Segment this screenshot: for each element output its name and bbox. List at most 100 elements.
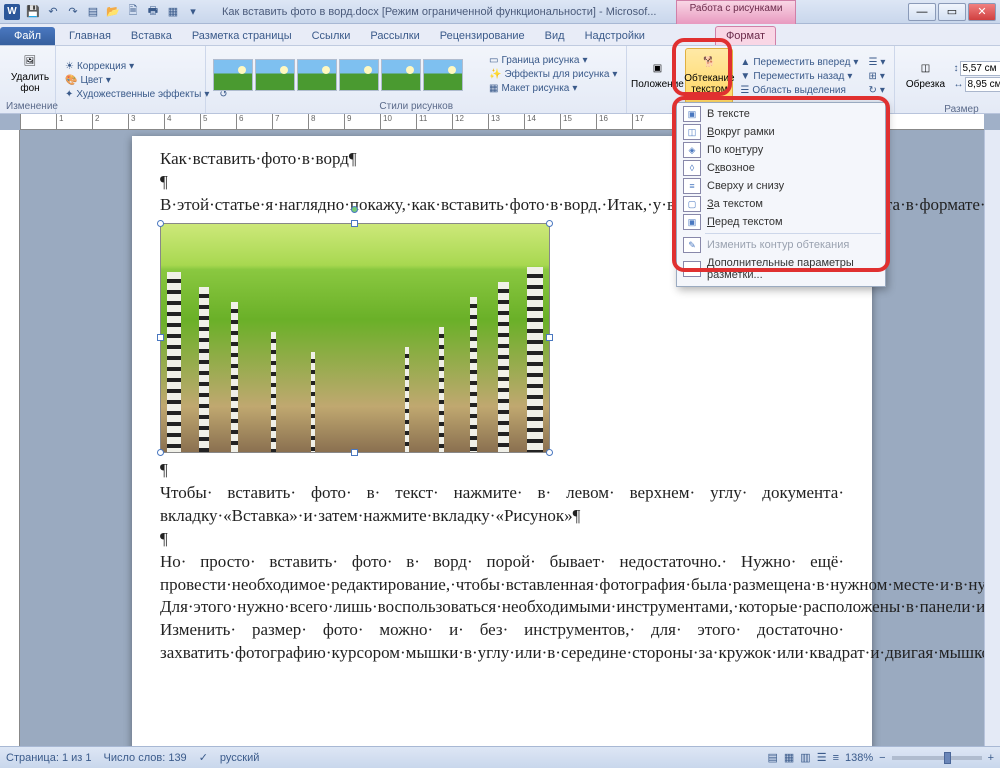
inserted-picture[interactable] <box>160 223 550 453</box>
picture-effects-button[interactable]: ✨Эффекты для рисунка▾ <box>486 68 620 81</box>
picture-layout-button[interactable]: ▦Макет рисунка▾ <box>486 82 620 95</box>
rotate-icon: ↻ <box>868 85 876 96</box>
qat-table-icon[interactable]: ▦ <box>164 3 182 21</box>
zoom-out-button[interactable]: − <box>879 752 885 764</box>
style-thumb[interactable] <box>381 59 421 91</box>
position-button[interactable]: ▣Положение <box>633 48 681 104</box>
glow-icon: ✨ <box>489 69 501 80</box>
tab-review[interactable]: Рецензирование <box>430 27 535 45</box>
view-fullscreen-icon[interactable]: ▦ <box>784 751 794 764</box>
undo-icon[interactable]: ↶ <box>44 3 62 21</box>
rotate-button[interactable]: ↻▾ <box>865 84 888 97</box>
zoom-level[interactable]: 138% <box>845 752 873 764</box>
qat-open-icon[interactable]: 📂 <box>104 3 122 21</box>
group-button[interactable]: ⊞▾ <box>865 70 888 83</box>
group-icon: ⊞ <box>868 71 876 82</box>
resize-handle[interactable] <box>546 220 553 227</box>
wrap-text-button[interactable]: 🐕Обтекание текстом <box>685 48 733 104</box>
status-word-count[interactable]: Число слов: 139 <box>104 752 187 764</box>
style-thumb[interactable] <box>297 59 337 91</box>
zoom-thumb[interactable] <box>944 752 951 764</box>
zoom-in-button[interactable]: + <box>988 752 994 764</box>
resize-handle[interactable] <box>351 220 358 227</box>
wrap-inline-item[interactable]: ▣В тексте <box>679 105 883 123</box>
doc-para-4: Для·этого·нужно·всего·лишь·воспользовать… <box>160 596 844 619</box>
qat-new-icon[interactable]: ▤ <box>84 3 102 21</box>
zoom-slider[interactable] <box>892 756 982 760</box>
align-button[interactable]: ☰▾ <box>865 56 888 69</box>
wrap-front-item[interactable]: ▣Перед текстом <box>679 213 883 231</box>
chevron-down-icon: ▾ <box>572 83 577 94</box>
bring-forward-button[interactable]: ▲Переместить вперед▾ <box>737 56 861 69</box>
resize-handle[interactable] <box>546 334 553 341</box>
vertical-scrollbar[interactable] <box>984 130 1000 752</box>
view-draft-icon[interactable]: ≡ <box>833 752 839 764</box>
rotate-handle[interactable] <box>351 206 358 213</box>
resize-handle[interactable] <box>546 449 553 456</box>
selection-pane-button[interactable]: ☰Область выделения <box>737 84 861 97</box>
style-thumb[interactable] <box>339 59 379 91</box>
maximize-button[interactable]: ▭ <box>938 3 966 21</box>
align-icon: ☰ <box>868 57 877 68</box>
wrap-text-menu: ▣В тексте ◫Вокруг рамки ◈По контуру ◊Скв… <box>676 102 886 287</box>
chevron-down-icon: ▾ <box>129 61 134 72</box>
ribbon-tabs: Файл Главная Вставка Разметка страницы С… <box>0 24 1000 46</box>
close-button[interactable]: ✕ <box>968 3 996 21</box>
view-outline-icon[interactable]: ☰ <box>817 751 827 764</box>
vertical-ruler[interactable] <box>0 130 20 752</box>
border-icon: ▭ <box>489 55 498 66</box>
effects-icon: ✦ <box>65 89 73 100</box>
tab-insert[interactable]: Вставка <box>121 27 182 45</box>
qat-customize-icon[interactable]: ▾ <box>184 3 202 21</box>
resize-handle[interactable] <box>157 449 164 456</box>
titlebar: W 💾 ↶ ↷ ▤ 📂 🗎 🖶 ▦ ▾ Как вставить фото в … <box>0 0 1000 24</box>
remove-background-button[interactable]: 🖼 Удалить фон <box>6 48 54 101</box>
resize-handle[interactable] <box>157 220 164 227</box>
redo-icon[interactable]: ↷ <box>64 3 82 21</box>
save-icon[interactable]: 💾 <box>24 3 42 21</box>
style-thumb[interactable] <box>423 59 463 91</box>
tab-mailings[interactable]: Рассылки <box>360 27 429 45</box>
height-icon: ↕ <box>953 63 958 74</box>
tab-addins[interactable]: Надстройки <box>575 27 655 45</box>
tab-references[interactable]: Ссылки <box>302 27 361 45</box>
tab-page-layout[interactable]: Разметка страницы <box>182 27 302 45</box>
corrections-button[interactable]: ☀Коррекция▾ <box>62 60 212 73</box>
doc-para-blank: ¶ <box>160 528 844 551</box>
picture-styles-gallery[interactable] <box>212 58 482 92</box>
color-button[interactable]: 🎨Цвет▾ <box>62 74 212 87</box>
style-thumb[interactable] <box>213 59 253 91</box>
status-language[interactable]: русский <box>220 752 259 764</box>
resize-handle[interactable] <box>351 449 358 456</box>
chevron-down-icon: ▾ <box>582 55 587 66</box>
view-web-icon[interactable]: ▥ <box>800 751 810 764</box>
wrap-behind-item[interactable]: ▢За текстом <box>679 195 883 213</box>
wrap-through-item[interactable]: ◊Сквозное <box>679 159 883 177</box>
tab-format[interactable]: Формат <box>715 26 776 45</box>
qat-preview-icon[interactable]: 🗎 <box>124 3 142 21</box>
wrap-more-options-item[interactable]: ⋯Дополнительные параметры разметки... <box>679 254 883 284</box>
width-input[interactable] <box>965 77 1000 92</box>
tab-view[interactable]: Вид <box>535 27 575 45</box>
status-page[interactable]: Страница: 1 из 1 <box>6 752 92 764</box>
style-thumb[interactable] <box>255 59 295 91</box>
wrap-square-item[interactable]: ◫Вокруг рамки <box>679 123 883 141</box>
tab-home[interactable]: Главная <box>59 27 121 45</box>
wrap-tight-item[interactable]: ◈По контуру <box>679 141 883 159</box>
wrap-front-icon: ▣ <box>683 214 701 230</box>
word-app-icon: W <box>4 4 20 20</box>
resize-handle[interactable] <box>157 334 164 341</box>
doc-para-2: Чтобы· вставить· фото· в· текст· нажмите… <box>160 482 844 528</box>
artistic-effects-button[interactable]: ✦Художественные эффекты▾ <box>62 88 212 101</box>
height-input[interactable] <box>960 61 1000 76</box>
tab-file[interactable]: Файл <box>0 27 55 45</box>
wrap-topbottom-item[interactable]: ≡Сверху и снизу <box>679 177 883 195</box>
qat-print-icon[interactable]: 🖶 <box>144 3 162 21</box>
contextual-tab-label: Работа с рисунками <box>676 0 796 24</box>
minimize-button[interactable]: — <box>908 3 936 21</box>
picture-border-button[interactable]: ▭Граница рисунка▾ <box>486 54 620 67</box>
view-print-layout-icon[interactable]: ▤ <box>767 751 777 764</box>
status-proofing-icon[interactable]: ✓ <box>199 751 208 764</box>
crop-button[interactable]: ◫Обрезка <box>901 48 949 104</box>
send-backward-button[interactable]: ▼Переместить назад▾ <box>737 70 861 83</box>
